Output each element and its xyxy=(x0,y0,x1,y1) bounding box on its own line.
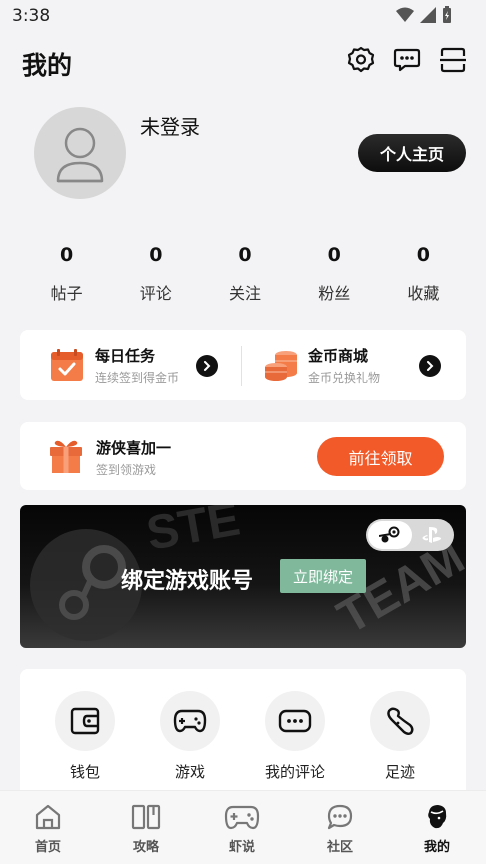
stat-label: 收藏 xyxy=(407,284,440,303)
gift-card: 游侠喜加一 签到领游戏 前往领取 xyxy=(20,422,466,490)
signal-icon xyxy=(420,7,436,23)
games-icon-circle xyxy=(160,691,220,751)
stat-value: 0 xyxy=(59,244,74,266)
bind-account-text: 绑定游戏账号 xyxy=(121,569,254,594)
status-time: 3:38 xyxy=(12,6,51,26)
nav-home[interactable]: 首页 xyxy=(13,801,83,855)
personal-homepage-button[interactable]: 个人主页 xyxy=(358,134,466,172)
playstation-option[interactable] xyxy=(412,521,452,549)
coin-mall-arrow-button[interactable] xyxy=(419,355,441,377)
daily-tasks-subtitle: 连续签到得金币 xyxy=(95,370,180,385)
stat-value: 0 xyxy=(327,244,341,266)
steam-option[interactable] xyxy=(368,521,412,549)
stat-following[interactable]: 0 关注 xyxy=(200,244,289,304)
settings-button[interactable] xyxy=(343,42,379,78)
status-icons xyxy=(396,6,452,24)
gamepad-nav-icon xyxy=(224,805,260,830)
nav-home-label: 首页 xyxy=(34,840,61,855)
tasks-card: 每日任务 连续签到得金币 金币商城 金币兑换礼物 xyxy=(20,330,466,400)
stat-label: 关注 xyxy=(229,284,262,303)
chat-bubble-icon xyxy=(327,804,353,830)
platform-toggle[interactable] xyxy=(366,519,454,551)
wallet-label: 钱包 xyxy=(69,763,100,781)
gear-icon xyxy=(347,46,375,73)
bind-account-banner[interactable]: STE TEAM 绑定游戏账号 立即绑定 xyxy=(20,505,466,648)
stat-value: 0 xyxy=(416,244,431,266)
daily-tasks-arrow-button[interactable] xyxy=(196,355,218,377)
login-status[interactable]: 未登录 xyxy=(140,111,200,140)
nav-xiashuo[interactable]: 虾说 xyxy=(207,801,277,855)
svg-text:STE: STE xyxy=(143,505,244,561)
status-bar: 3:38 xyxy=(0,0,486,32)
stat-followers[interactable]: 0 粉丝 xyxy=(290,244,379,304)
nav-xiashuo-label: 虾说 xyxy=(228,840,255,855)
home-icon xyxy=(35,804,61,830)
comment-icon xyxy=(278,709,312,733)
gamepad-icon xyxy=(173,709,207,733)
bottom-nav: 首页 攻略 虾说 社区 我的 xyxy=(0,790,486,864)
steam-icon xyxy=(379,526,400,543)
tools-card: 钱包 游戏 我的评论 足迹 xyxy=(20,669,466,809)
coin-mall-subtitle: 金币兑换礼物 xyxy=(308,370,381,385)
stat-label: 帖子 xyxy=(50,284,83,303)
my-comments-item[interactable]: 我的评论 xyxy=(250,691,340,782)
gift-icon xyxy=(50,440,82,473)
footprint-icon xyxy=(387,707,414,735)
user-placeholder-icon xyxy=(56,127,104,183)
wallet-icon xyxy=(70,707,100,735)
avatar[interactable] xyxy=(34,107,126,199)
chevron-right-icon xyxy=(204,361,211,371)
stat-label: 评论 xyxy=(139,284,172,303)
messages-button[interactable] xyxy=(389,42,425,78)
stat-comments[interactable]: 0 评论 xyxy=(111,244,200,304)
coins-icon xyxy=(265,351,297,381)
stat-value: 0 xyxy=(149,244,163,266)
footprints-label: 足迹 xyxy=(384,763,415,781)
gift-subtitle: 签到领游戏 xyxy=(96,463,157,477)
wallet-item[interactable]: 钱包 xyxy=(40,691,130,782)
games-item[interactable]: 游戏 xyxy=(145,691,235,782)
scan-button[interactable] xyxy=(435,42,471,78)
stat-posts[interactable]: 0 帖子 xyxy=(22,244,111,304)
stats-row: 0 帖子 0 评论 0 关注 0 粉丝 0 收藏 xyxy=(22,244,468,304)
wifi-icon xyxy=(396,7,414,22)
coin-mall-title: 金币商城 xyxy=(308,346,369,365)
nav-guides[interactable]: 攻略 xyxy=(111,801,181,855)
divider xyxy=(241,346,242,386)
scan-icon xyxy=(440,47,466,73)
stat-value: 0 xyxy=(238,244,252,266)
claim-button[interactable]: 前往领取 xyxy=(317,437,444,476)
footprints-icon-circle xyxy=(370,691,430,751)
calendar-check-icon xyxy=(51,349,83,381)
footprints-item[interactable]: 足迹 xyxy=(355,691,445,782)
playstation-icon xyxy=(422,527,442,543)
nav-mine-label: 我的 xyxy=(423,840,450,855)
stat-label: 粉丝 xyxy=(318,284,351,303)
coin-mall-item[interactable]: 金币商城 金币兑换礼物 xyxy=(264,330,424,400)
book-icon xyxy=(131,804,161,830)
battery-icon xyxy=(443,6,451,23)
page-title: 我的 xyxy=(22,51,73,80)
daily-tasks-title: 每日任务 xyxy=(95,346,156,365)
bind-now-button[interactable]: 立即绑定 xyxy=(280,559,366,593)
nav-community[interactable]: 社区 xyxy=(305,801,375,855)
games-label: 游戏 xyxy=(174,763,205,781)
my-comments-icon-circle xyxy=(265,691,325,751)
gift-title: 游侠喜加一 xyxy=(96,439,172,457)
message-icon xyxy=(393,48,421,72)
my-comments-label: 我的评论 xyxy=(264,763,325,781)
nav-guides-label: 攻略 xyxy=(132,840,159,855)
nav-community-label: 社区 xyxy=(326,840,353,855)
mine-avatar-icon xyxy=(428,805,447,829)
chevron-right-icon xyxy=(427,361,434,371)
wallet-icon-circle xyxy=(55,691,115,751)
stat-favorites[interactable]: 0 收藏 xyxy=(379,244,468,304)
nav-mine[interactable]: 我的 xyxy=(402,801,472,855)
